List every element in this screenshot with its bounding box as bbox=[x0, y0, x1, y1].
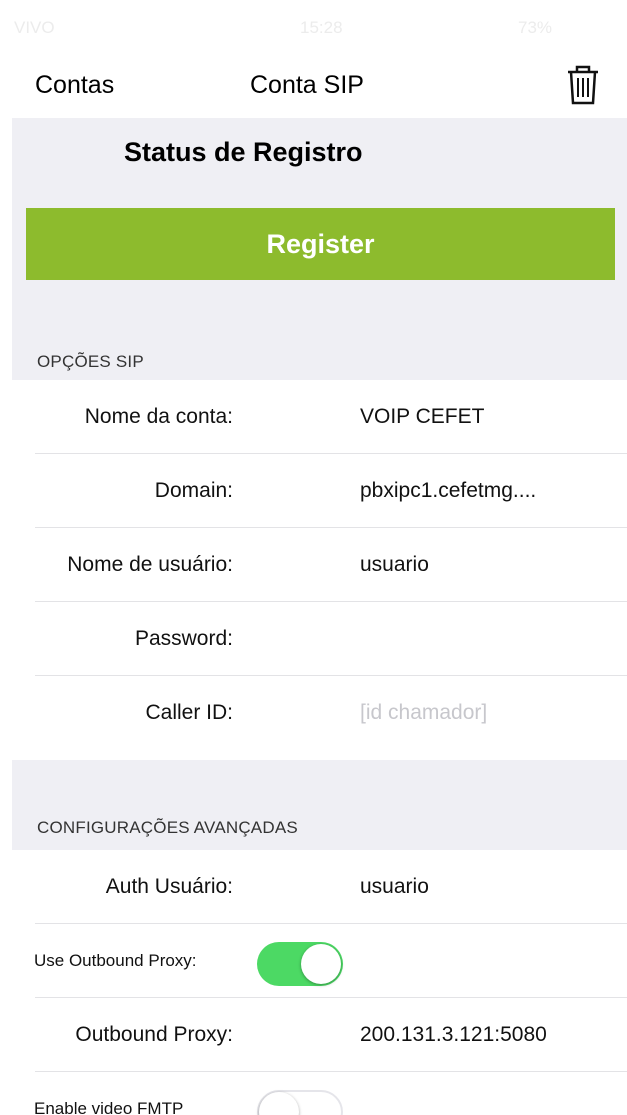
back-button[interactable]: Contas bbox=[35, 71, 114, 100]
register-button[interactable]: Register bbox=[26, 208, 615, 280]
domain-label: Domain: bbox=[154, 479, 233, 502]
password-label: Password: bbox=[134, 627, 233, 650]
account-name-label: Nome da conta: bbox=[84, 405, 233, 428]
row-domain[interactable]: Domain: pbxipc1.cefetmg.... bbox=[12, 454, 627, 528]
username-label: Nome de usuário: bbox=[67, 553, 233, 576]
advanced-settings-list: Auth Usuário: usuario Use Outbound Proxy… bbox=[12, 850, 627, 1115]
use-outbound-proxy-label: Use Outbound Proxy: bbox=[34, 951, 197, 970]
toggle-knob bbox=[301, 944, 341, 984]
video-fmtp-toggle[interactable] bbox=[257, 1090, 343, 1115]
outbound-proxy-label: Outbound Proxy: bbox=[75, 1023, 233, 1046]
domain-value[interactable]: pbxipc1.cefetmg.... bbox=[360, 454, 536, 528]
toggle-knob bbox=[259, 1092, 299, 1115]
carrier-label: VIVO bbox=[14, 18, 55, 37]
username-value[interactable]: usuario bbox=[360, 528, 429, 602]
section-header-advanced: CONFIGURAÇÕES AVANÇADAS bbox=[37, 818, 298, 837]
outbound-proxy-toggle[interactable] bbox=[257, 942, 343, 986]
sip-options-list: Nome da conta: VOIP CEFET Domain: pbxipc… bbox=[12, 380, 627, 760]
section-header-sip-options: OPÇÕES SIP bbox=[37, 352, 144, 371]
row-outbound-proxy[interactable]: Outbound Proxy: 200.131.3.121:5080 bbox=[12, 998, 627, 1072]
page-title: Conta SIP bbox=[250, 71, 364, 99]
caller-id-label: Caller ID: bbox=[145, 701, 233, 724]
row-use-outbound-proxy: Use Outbound Proxy: bbox=[12, 924, 627, 998]
row-username[interactable]: Nome de usuário: usuario bbox=[12, 528, 627, 602]
caller-id-input[interactable] bbox=[360, 693, 610, 733]
row-password[interactable]: Password: bbox=[12, 602, 627, 676]
row-auth-user[interactable]: Auth Usuário: usuario bbox=[12, 850, 627, 924]
row-caller-id[interactable]: Caller ID: bbox=[12, 676, 627, 750]
account-name-value[interactable]: VOIP CEFET bbox=[360, 380, 484, 454]
outbound-proxy-value[interactable]: 200.131.3.121:5080 bbox=[360, 998, 547, 1072]
auth-user-label: Auth Usuário: bbox=[105, 875, 233, 898]
clock: 15:28 bbox=[300, 18, 343, 37]
status-bar: VIVO 15:28 73% bbox=[0, 0, 627, 60]
auth-user-value[interactable]: usuario bbox=[360, 850, 429, 924]
row-video-fmtp: Enable video FMTP bbox=[12, 1072, 627, 1115]
registration-status-title: Status de Registro bbox=[124, 137, 363, 167]
battery-level: 73% bbox=[518, 18, 553, 37]
row-account-name[interactable]: Nome da conta: VOIP CEFET bbox=[12, 380, 627, 454]
navigation-bar: Contas Conta SIP bbox=[0, 60, 627, 118]
trash-icon[interactable] bbox=[565, 64, 601, 106]
video-fmtp-label: Enable video FMTP bbox=[34, 1099, 184, 1115]
